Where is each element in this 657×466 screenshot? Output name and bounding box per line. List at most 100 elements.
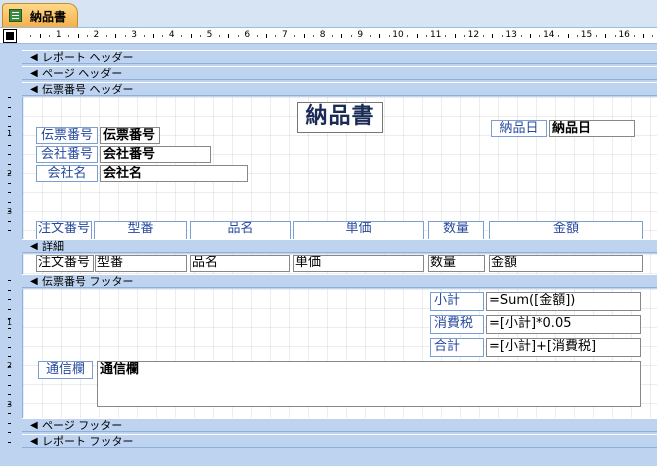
company-name-field[interactable]: 会社名	[100, 165, 248, 182]
ruler-dot	[539, 35, 541, 37]
vertical-ruler-tick	[8, 432, 11, 433]
group-header-section[interactable]: 納品書 伝票番号 伝票番号 会社番号 会社番号 会社名 会社名 納品日 納品日 …	[22, 97, 657, 239]
report-tab[interactable]: 納品書	[2, 3, 78, 27]
section-bar-group-footer[interactable]: ◀ 伝票番号 フッター	[22, 274, 657, 288]
section-bar-report-footer[interactable]: ◀ レポート フッター	[22, 434, 657, 448]
vertical-ruler-tick	[8, 289, 11, 291]
ruler-number: 6	[244, 30, 251, 40]
column-header-product-name[interactable]: 品名	[190, 221, 291, 239]
total-field[interactable]: =[小計]+[消費税]	[486, 338, 641, 357]
column-header-quantity[interactable]: 数量	[428, 221, 484, 239]
ruler-number: 13	[505, 30, 517, 40]
column-header-order-no[interactable]: 注文番号	[36, 221, 92, 239]
ruler-number: 3	[131, 30, 137, 40]
ruler-number: 7	[282, 30, 288, 40]
vertical-ruler-number: 3	[7, 207, 13, 216]
ruler-dot	[350, 35, 352, 37]
slip-no-label[interactable]: 伝票番号	[36, 127, 98, 144]
section-arrow-icon: ◀	[30, 420, 38, 431]
vertical-ruler-tick	[8, 116, 11, 117]
ruler-number: 14	[543, 30, 555, 40]
detail-model-no-field[interactable]: 型番	[95, 255, 187, 272]
ruler-dot	[218, 35, 220, 37]
vertical-ruler-number: 2	[7, 361, 13, 370]
ruler-dot	[105, 35, 107, 37]
section-label: レポート フッター	[42, 435, 134, 448]
vertical-ruler-tick	[8, 106, 11, 108]
report-icon	[9, 9, 22, 22]
ruler-number: 8	[319, 30, 326, 40]
section-label: 伝票番号 ヘッダー	[42, 83, 134, 96]
vertical-ruler-tick	[8, 375, 11, 376]
subtotal-field[interactable]: =Sum([金額])	[486, 292, 641, 311]
detail-order-no-field[interactable]: 注文番号	[36, 255, 94, 272]
section-label: ページ フッター	[42, 419, 123, 432]
ruler-number: 10	[392, 30, 404, 40]
slip-no-field[interactable]: 伝票番号	[100, 127, 160, 144]
ruler-tick	[341, 34, 343, 38]
ruler-dot	[68, 35, 70, 37]
ruler-dot	[49, 35, 51, 37]
ruler-dot	[633, 35, 635, 37]
ruler-dot	[200, 35, 202, 37]
section-arrow-icon: ◀	[30, 52, 38, 63]
company-no-field[interactable]: 会社番号	[100, 146, 211, 163]
section-bar-report-header[interactable]: ◀ レポート ヘッダー	[22, 50, 657, 64]
column-header-model-no[interactable]: 型番	[94, 221, 187, 239]
memo-field[interactable]: 通信欄	[97, 361, 641, 407]
vertical-ruler-number: 2	[7, 169, 13, 178]
detail-product-name-field[interactable]: 品名	[190, 255, 290, 272]
select-report-button[interactable]	[4, 30, 16, 42]
ruler-dot	[275, 35, 277, 37]
ruler-dot	[388, 35, 390, 37]
vertical-ruler-tick	[8, 220, 11, 222]
company-name-label[interactable]: 会社名	[36, 165, 98, 182]
company-no-label[interactable]: 会社番号	[36, 146, 98, 163]
ruler-tick	[77, 34, 79, 38]
ruler-dot	[256, 35, 258, 37]
report-title[interactable]: 納品書	[297, 102, 383, 133]
delivery-date-field[interactable]: 納品日	[549, 120, 635, 137]
vertical-ruler-tick	[8, 413, 11, 414]
section-bar-page-footer[interactable]: ◀ ページ フッター	[22, 418, 657, 432]
vertical-ruler-tick	[8, 299, 11, 300]
vertical-ruler-tick	[8, 97, 11, 98]
column-header-unit-price[interactable]: 単価	[293, 221, 424, 239]
ruler-dot	[614, 35, 616, 37]
group-footer-section[interactable]: 小計 =Sum([金額]) 消費税 =[小計]*0.05 合計 =[小計]+[消…	[22, 289, 657, 418]
tax-label[interactable]: 消費税	[430, 315, 484, 334]
total-label[interactable]: 合計	[430, 338, 484, 357]
vertical-ruler-tick	[8, 356, 11, 357]
detail-quantity-field[interactable]: 数量	[428, 255, 485, 272]
section-bar-page-header[interactable]: ◀ ページ ヘッダー	[22, 66, 657, 80]
section-bar-group-header[interactable]: ◀ 伝票番号 ヘッダー	[22, 82, 657, 96]
vertical-ruler[interactable]: 1 2 3 1 2 3	[0, 45, 20, 466]
vertical-ruler-tick	[8, 384, 11, 386]
column-header-amount[interactable]: 金額	[489, 221, 643, 239]
ruler-dot	[332, 35, 334, 37]
section-bar-detail[interactable]: ◀ 詳細	[22, 239, 657, 253]
ruler-tick	[643, 34, 645, 38]
ruler-number: 2	[93, 30, 100, 40]
vertical-ruler-tick	[8, 201, 11, 203]
ruler-tick	[492, 34, 494, 38]
tax-field[interactable]: =[小計]*0.05	[486, 315, 641, 334]
memo-label[interactable]: 通信欄	[38, 361, 93, 379]
ruler-tick	[567, 34, 569, 38]
ruler-number: 11	[429, 30, 442, 40]
document-tab-strip: 納品書	[0, 0, 657, 28]
ruler-tick	[266, 34, 268, 38]
subtotal-label[interactable]: 小計	[430, 292, 484, 311]
ruler-tick	[152, 34, 154, 38]
vertical-ruler-tick	[8, 280, 11, 281]
section-label: 詳細	[42, 240, 64, 253]
ruler-number: 12	[467, 30, 480, 40]
ruler-dot	[143, 35, 145, 37]
ruler-dot	[445, 35, 447, 37]
detail-unit-price-field[interactable]: 単価	[293, 255, 424, 272]
detail-amount-field[interactable]: 金額	[489, 255, 643, 272]
ruler-tick	[454, 34, 456, 38]
detail-section[interactable]: 注文番号 型番 品名 単価 数量 金額	[22, 254, 657, 274]
horizontal-ruler[interactable]: 1 2 3 4 5 6 7 8 9 10 11 12 13 14 15 16	[0, 28, 657, 44]
delivery-date-label[interactable]: 納品日	[491, 120, 547, 137]
